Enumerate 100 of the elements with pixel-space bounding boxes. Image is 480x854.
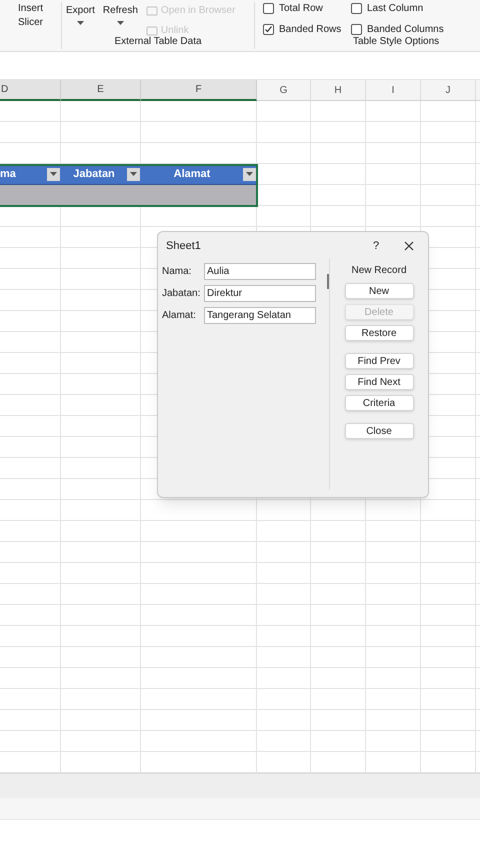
grid-cell — [0, 437, 61, 458]
grid-cell — [366, 626, 421, 647]
grid-cell — [0, 101, 61, 122]
header-label: Jabatan — [72, 166, 116, 182]
close-icon[interactable] — [402, 239, 416, 253]
dialog-button[interactable]: Find Prev — [344, 353, 414, 369]
grid-cell — [257, 185, 311, 206]
grid-cell — [421, 206, 476, 227]
grid-cell — [366, 500, 421, 521]
input-field[interactable]: Aulia — [204, 263, 316, 280]
dialog-button[interactable]: Close — [344, 423, 414, 439]
grid-cell — [366, 542, 421, 563]
dialog-button[interactable]: Restore — [344, 325, 414, 341]
grid-cell — [311, 122, 366, 143]
grid-cell — [257, 122, 311, 143]
grid-cell — [366, 605, 421, 626]
grid-cell — [311, 164, 366, 185]
grid-cell — [257, 710, 311, 731]
column-header[interactable]: F — [141, 80, 257, 101]
grid-cell — [311, 626, 366, 647]
grid-cell — [311, 143, 366, 164]
column-header[interactable]: I — [366, 80, 421, 101]
record-status: New Record — [351, 264, 407, 278]
column-header[interactable]: D — [0, 80, 61, 101]
checkbox[interactable] — [351, 24, 362, 35]
grid-cell — [0, 647, 61, 668]
grid-cell — [421, 185, 476, 206]
caret-icon — [116, 21, 124, 25]
checkbox[interactable] — [351, 3, 362, 14]
grid-cell — [311, 668, 366, 689]
filter-button[interactable] — [127, 168, 140, 180]
grid-cell — [0, 605, 61, 626]
filter-button[interactable] — [243, 168, 256, 180]
grid-cell — [421, 647, 476, 668]
grid-cell — [421, 542, 476, 563]
field-label: Nama: — [162, 265, 192, 279]
grid-cell — [0, 479, 61, 500]
grid-cell — [421, 500, 476, 521]
dialog-button[interactable]: Find Next — [344, 374, 414, 390]
column-header[interactable]: J — [421, 80, 476, 101]
grid-cell — [0, 731, 61, 752]
link-icon — [146, 6, 158, 16]
dialog-button[interactable]: New — [344, 283, 414, 299]
link-icon — [146, 26, 158, 36]
checkbox[interactable] — [263, 24, 274, 35]
header-label: ma — [0, 166, 16, 182]
insert-slicer-button[interactable]: Insert Slicer — [10, 1, 50, 31]
column-header[interactable]: G — [257, 80, 311, 101]
grid-cell — [0, 353, 61, 374]
grid-cell — [421, 521, 476, 542]
grid-cell — [0, 311, 61, 332]
help-button[interactable]: ? — [368, 238, 384, 254]
grid-cell — [421, 584, 476, 605]
dropdown-button[interactable]: Refresh — [98, 3, 142, 33]
dropdown-button[interactable]: Export — [62, 3, 99, 33]
grid-cell — [366, 668, 421, 689]
field-label: Alamat: — [162, 309, 197, 323]
column-header[interactable]: H — [311, 80, 366, 101]
grid-cell — [421, 563, 476, 584]
option-label: Banded Rows — [279, 23, 342, 37]
grid-cell — [311, 647, 366, 668]
grid-cell — [311, 101, 366, 122]
grid-cell — [0, 542, 61, 563]
grid-cell — [0, 290, 61, 311]
grid-cell — [366, 710, 421, 731]
column-header[interactable]: E — [61, 80, 141, 101]
grid-cell — [311, 563, 366, 584]
grid-cell — [0, 521, 61, 542]
grid-cell — [257, 164, 311, 185]
grid-cell — [0, 332, 61, 353]
grid-cell — [421, 143, 476, 164]
input-field[interactable]: Tangerang Selatan — [204, 307, 316, 324]
grid-cell — [421, 626, 476, 647]
grid-cell — [311, 185, 366, 206]
grid-cell — [311, 500, 366, 521]
grid-cell — [311, 689, 366, 710]
grid-cell — [0, 668, 61, 689]
grid-cell — [366, 731, 421, 752]
grid-cell — [257, 626, 311, 647]
grid-cell — [366, 521, 421, 542]
grid-cell — [311, 542, 366, 563]
scrollbar-thumb[interactable] — [327, 274, 329, 289]
grid-cell — [366, 647, 421, 668]
grid-cell — [421, 689, 476, 710]
input-field[interactable]: Direktur — [204, 285, 316, 302]
grid-cell — [366, 206, 421, 227]
grid-cell — [311, 605, 366, 626]
grid-cell — [0, 269, 61, 290]
grid-cell — [421, 731, 476, 752]
checkbox[interactable] — [263, 3, 274, 14]
grid-cell — [0, 710, 61, 731]
grid-cell — [311, 206, 366, 227]
grid-cell — [257, 605, 311, 626]
dialog-button[interactable]: Criteria — [344, 395, 414, 411]
grid-cell — [257, 647, 311, 668]
grid-cell — [257, 689, 311, 710]
grid-cell — [366, 689, 421, 710]
grid-cell — [0, 416, 61, 437]
filter-button[interactable] — [47, 168, 60, 180]
grid-cell — [311, 710, 366, 731]
